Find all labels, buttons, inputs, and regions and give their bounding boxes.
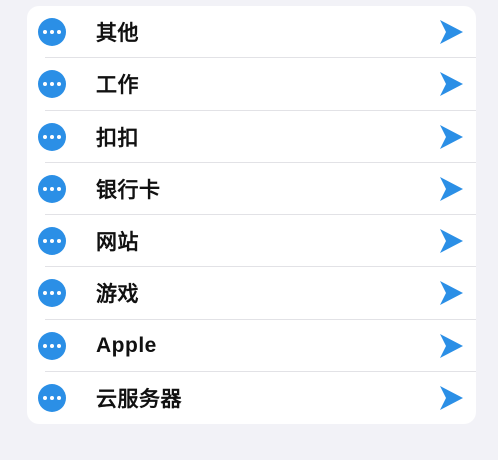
list-item-game[interactable]: 游戏 xyxy=(27,267,476,320)
list-item-label: 银行卡 xyxy=(96,178,161,202)
more-icon[interactable] xyxy=(38,227,66,256)
send-arrow-icon[interactable] xyxy=(438,228,464,254)
list-item-label: Apple xyxy=(96,333,157,357)
category-list: 其他 工作 扣扣 银行卡 网站 游戏 Apple 云服务器 xyxy=(27,6,476,424)
list-item-label: 游戏 xyxy=(96,283,139,307)
list-item-cloud-server[interactable]: 云服务器 xyxy=(27,372,476,424)
list-item-qq[interactable]: 扣扣 xyxy=(27,111,476,163)
list-item-label: 云服务器 xyxy=(96,387,182,411)
send-arrow-icon[interactable] xyxy=(438,333,464,359)
send-arrow-icon[interactable] xyxy=(438,280,464,306)
more-icon[interactable] xyxy=(38,174,66,203)
send-arrow-icon[interactable] xyxy=(438,124,464,150)
list-item-apple[interactable]: Apple xyxy=(27,320,476,372)
list-item-label: 网站 xyxy=(96,231,139,255)
send-arrow-icon[interactable] xyxy=(438,71,464,97)
more-icon[interactable] xyxy=(38,383,66,412)
more-icon[interactable] xyxy=(38,122,66,151)
more-icon[interactable] xyxy=(38,70,66,99)
more-icon[interactable] xyxy=(38,279,66,308)
send-arrow-icon[interactable] xyxy=(438,176,464,202)
list-item-bank-card[interactable]: 银行卡 xyxy=(27,163,476,215)
list-item-work[interactable]: 工作 xyxy=(27,58,476,111)
more-icon[interactable] xyxy=(38,18,66,47)
list-item-label: 扣扣 xyxy=(96,126,139,150)
list-item-website[interactable]: 网站 xyxy=(27,215,476,268)
more-icon[interactable] xyxy=(38,331,66,360)
list-item-label: 其他 xyxy=(96,22,139,46)
send-arrow-icon[interactable] xyxy=(438,19,464,45)
send-arrow-icon[interactable] xyxy=(438,385,464,411)
list-item-label: 工作 xyxy=(96,74,139,98)
list-item-other[interactable]: 其他 xyxy=(27,6,476,59)
